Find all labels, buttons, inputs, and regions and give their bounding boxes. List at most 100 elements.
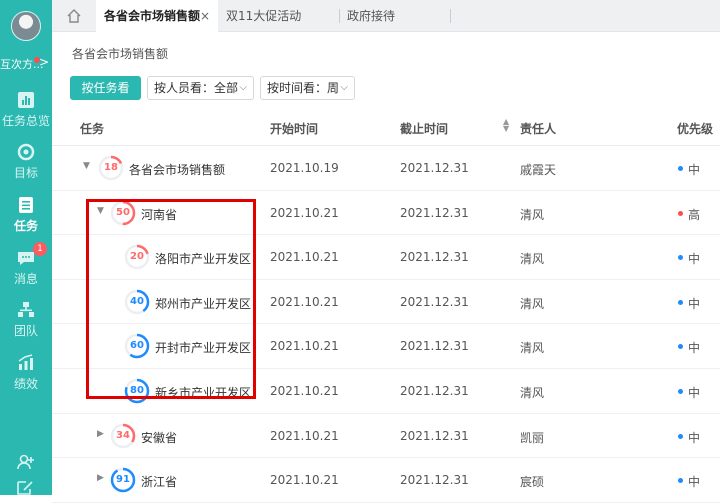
start-date: 2021.10.21	[270, 339, 339, 354]
chevron-down-icon: ⌵	[340, 82, 348, 93]
progress-value: 40	[130, 295, 144, 307]
avatar[interactable]	[11, 11, 41, 41]
nav-label: 消息	[13, 272, 38, 286]
table-row[interactable]: ▶ 34 安徽省 2021.10.21 2021.12.31 凯丽 中	[52, 414, 720, 459]
task-name[interactable]: 浙江省	[141, 473, 177, 490]
end-date: 2021.12.31	[400, 339, 469, 354]
owner: 清风	[520, 386, 545, 400]
tab-label: 双11大促活动	[226, 9, 302, 23]
task-name[interactable]: 郑州市产业开发区	[155, 295, 251, 312]
progress-value: 34	[116, 429, 130, 441]
task-name[interactable]: 开封市产业开发区	[155, 339, 251, 356]
nav-item-task[interactable]: 任务	[0, 195, 52, 234]
priority-dot	[678, 389, 683, 394]
header-start: 开始时间	[270, 122, 319, 136]
start-date: 2021.10.21	[270, 250, 339, 265]
expand-down-icon[interactable]: ▼	[97, 206, 104, 216]
table-row[interactable]: ▼ 18 各省会市场销售额 2021.10.19 2021.12.31 戚霞天 中	[52, 146, 720, 191]
sidebar: 互次方... > 任务总览 目标 任务 1 消息 团队 绩效	[0, 0, 52, 495]
priority-label: 中	[688, 296, 701, 311]
expand-right-icon[interactable]: ▶	[97, 473, 104, 483]
task-name[interactable]: 河南省	[141, 206, 177, 223]
end-date: 2021.12.31	[400, 205, 469, 220]
tab-bar: 各省会市场销售额 × 双11大促活动 政府接待	[52, 0, 720, 32]
owner: 清风	[520, 296, 545, 311]
priority-dot	[678, 478, 683, 484]
home-icon[interactable]	[52, 0, 96, 32]
priority-label: 中	[688, 475, 701, 490]
start-date: 2021.10.19	[270, 161, 339, 175]
progress-value: 80	[130, 385, 144, 396]
nav-label: 绩效	[13, 377, 38, 391]
end-date: 2021.12.31	[400, 384, 469, 398]
task-name[interactable]: 洛阳市产业开发区	[155, 250, 251, 267]
tab-double11[interactable]: 双11大促活动	[218, 0, 338, 32]
start-date: 2021.10.21	[270, 294, 339, 309]
tab-label: 各省会市场销售额	[104, 9, 201, 23]
start-date: 2021.10.21	[270, 473, 339, 488]
nav-item-overview[interactable]: 任务总览	[0, 90, 52, 129]
table-row[interactable]: 80 新乡市产业开发区 2021.10.21 2021.12.31 清风 中	[52, 369, 720, 414]
header-end[interactable]: 截止时间	[400, 120, 448, 137]
priority-dot	[678, 210, 683, 216]
task-name[interactable]: 安徽省	[141, 429, 177, 446]
table-row[interactable]: ▶ 91 浙江省 2021.10.21 2021.12.31 宸硕 中	[52, 458, 720, 503]
tab-divider	[450, 9, 451, 23]
by-task-button[interactable]: 按任务看	[70, 76, 141, 100]
start-date: 2021.10.21	[270, 428, 339, 443]
owner: 清风	[520, 207, 545, 222]
task-name[interactable]: 新乡市产业开发区	[155, 384, 251, 401]
owner: 清风	[520, 341, 545, 356]
select-value: 按时间看：周	[267, 81, 340, 95]
header-task: 任务	[80, 122, 105, 136]
priority-dot	[678, 433, 683, 439]
nav-item-target[interactable]: 目标	[0, 142, 52, 181]
tab-sales[interactable]: 各省会市场销售额 ×	[96, 0, 218, 32]
priority-dot	[678, 166, 683, 171]
priority-label: 高	[688, 207, 701, 222]
table-row[interactable]: ▼ 50 河南省 2021.10.21 2021.12.31 清风 高	[52, 191, 720, 236]
owner: 凯丽	[520, 430, 545, 445]
owner: 清风	[520, 252, 545, 267]
overview-icon	[18, 92, 34, 108]
end-date: 2021.12.31	[400, 294, 469, 309]
nav-item-team[interactable]: 团队	[0, 300, 52, 339]
edit-icon[interactable]	[16, 480, 36, 495]
message-badge: 1	[33, 242, 47, 256]
chevron-right-icon: >	[38, 56, 49, 69]
end-date: 2021.12.31	[400, 161, 469, 175]
target-icon	[17, 143, 35, 161]
select-value: 按人员看：全部	[154, 81, 239, 95]
header-priority: 优先级	[677, 122, 714, 136]
table-row[interactable]: 60 开封市产业开发区 2021.10.21 2021.12.31 清风 中	[52, 324, 720, 369]
expand-down-icon[interactable]: ▼	[83, 161, 90, 171]
priority-label: 中	[688, 341, 701, 356]
priority-label: 中	[688, 252, 701, 267]
table-header: 任务 开始时间 截止时间 ▲ ▼ 责任人 优先级	[52, 108, 720, 146]
close-icon[interactable]: ×	[200, 0, 210, 32]
table-row[interactable]: 40 郑州市产业开发区 2021.10.21 2021.12.31 清风 中	[52, 280, 720, 325]
progress-value: 60	[130, 340, 144, 352]
task-name[interactable]: 各省会市场销售额	[129, 161, 225, 178]
nav-item-performance[interactable]: 绩效	[0, 353, 52, 392]
tab-government[interactable]: 政府接待	[339, 0, 449, 32]
task-icon	[19, 197, 33, 213]
priority-dot	[678, 344, 683, 350]
expand-right-icon[interactable]: ▶	[97, 429, 104, 439]
nav-label: 任务总览	[1, 114, 50, 128]
page-title: 各省会市场销售额	[72, 47, 169, 61]
user-menu[interactable]: 互次方... >	[0, 56, 52, 72]
add-member-icon[interactable]	[16, 452, 36, 472]
table-row[interactable]: 20 洛阳市产业开发区 2021.10.21 2021.12.31 清风 中	[52, 235, 720, 280]
time-filter-select[interactable]: 按时间看：周 ⌵	[260, 76, 355, 100]
progress-value: 50	[116, 206, 130, 218]
end-date: 2021.12.31	[400, 250, 469, 265]
progress-value: 91	[116, 474, 130, 486]
tab-label: 政府接待	[347, 9, 396, 23]
end-date: 2021.12.31	[400, 428, 469, 443]
start-date: 2021.10.21	[270, 205, 339, 220]
sort-icon[interactable]: ▲ ▼	[503, 118, 509, 133]
nav-item-message[interactable]: 1 消息	[0, 242, 52, 287]
person-filter-select[interactable]: 按人员看：全部 ⌵	[147, 76, 254, 100]
owner: 戚霞天	[520, 163, 557, 177]
